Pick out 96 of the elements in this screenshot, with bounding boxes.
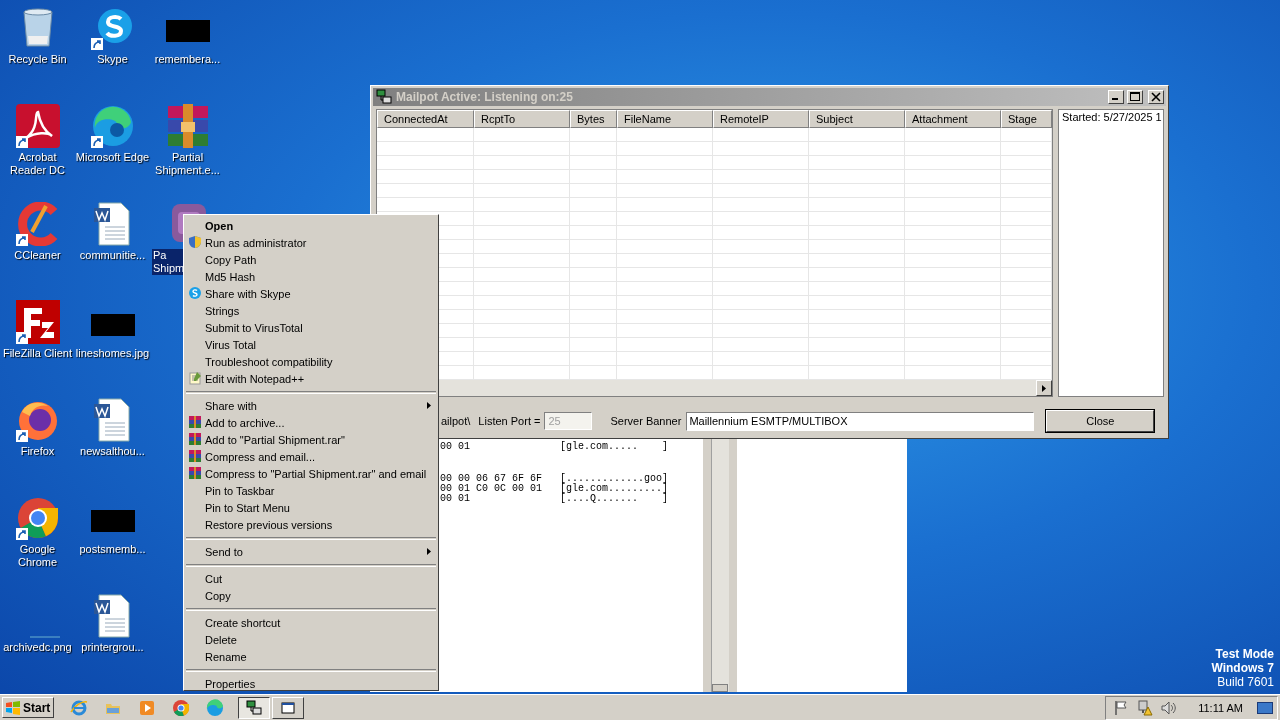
menu-item[interactable]: Pin to Start Menu xyxy=(185,499,437,516)
menu-item[interactable]: Compress and email... xyxy=(185,448,437,465)
menu-item[interactable]: Submit to VirusTotal xyxy=(185,319,437,336)
icon-label[interactable]: Skype xyxy=(75,53,150,66)
network-warning-icon[interactable] xyxy=(1136,698,1155,717)
icon-label[interactable]: communitie... xyxy=(75,249,150,262)
menu-item[interactable]: Pin to Taskbar xyxy=(185,482,437,499)
menu-item[interactable]: Add to archive... xyxy=(185,414,437,431)
menu-item[interactable]: Copy Path xyxy=(185,251,437,268)
close-button[interactable]: Close xyxy=(1046,410,1155,432)
menu-item[interactable]: Send to xyxy=(185,543,437,560)
icon-label[interactable]: lineshomes.jpg xyxy=(75,347,150,360)
skype-icon xyxy=(188,286,202,300)
server-banner-field[interactable]: Maillennium ESMTP/MULTIBOX xyxy=(686,411,1035,431)
menu-item[interactable]: Troubleshoot compatibility xyxy=(185,353,437,370)
menu-item[interactable]: Md5 Hash xyxy=(185,268,437,285)
windows-logo-icon xyxy=(5,700,21,715)
ascii-text: [gle.com.........] xyxy=(560,484,669,494)
icon-label[interactable]: newsalthou... xyxy=(75,445,150,458)
path-text: ailpot\ xyxy=(441,415,471,427)
icon-label[interactable]: remembera... xyxy=(150,53,225,66)
menu-item[interactable]: Create shortcut xyxy=(185,614,437,631)
os-watermark-text: Build 7601 xyxy=(1217,675,1274,689)
menu-item[interactable]: Virus Total xyxy=(185,336,437,353)
submenu-arrow-icon xyxy=(427,402,431,409)
column-header[interactable]: Bytes xyxy=(570,110,617,128)
icon-label[interactable]: FileZilla Client xyxy=(0,347,75,360)
ascii-text: [gle.com..... ] xyxy=(560,442,669,452)
column-header[interactable]: Stage xyxy=(1001,110,1052,128)
column-header[interactable]: ConnectedAt xyxy=(377,110,474,128)
submenu-arrow-icon xyxy=(427,548,431,555)
icon-label[interactable]: printergrou... xyxy=(75,641,150,654)
maximize-icon xyxy=(1128,91,1142,103)
listen-port-label: Listen Port = xyxy=(478,415,541,427)
menu-item[interactable]: Strings xyxy=(185,302,437,319)
hex-bytes: 00 00 06 67 6F 6F xyxy=(440,473,543,484)
log-line: Started: 5/27/2025 1 xyxy=(1062,111,1160,123)
column-header[interactable]: Subject xyxy=(809,110,905,128)
taskbar-button[interactable] xyxy=(238,696,270,719)
hex-bytes: 00 01 xyxy=(440,493,470,504)
shield-icon xyxy=(188,235,202,249)
hex-bytes: 00 01 C0 0C 00 01 xyxy=(440,483,543,494)
icon-label[interactable]: Acrobat Reader DC xyxy=(0,151,75,177)
close-icon xyxy=(1149,91,1163,103)
filezilla-icon xyxy=(15,300,60,344)
menu-item[interactable]: Copy xyxy=(185,587,437,604)
server-banner-label: Server Banner xyxy=(610,415,682,427)
menu-item[interactable]: Edit with Notepad++ xyxy=(185,370,437,387)
ascii-text: [.............goo] xyxy=(560,474,669,484)
menu-item[interactable]: Restore previous versions xyxy=(185,516,437,533)
menu-item[interactable]: Delete xyxy=(185,631,437,648)
chrome-icon xyxy=(15,496,60,540)
menu-item[interactable]: Properties xyxy=(185,675,437,692)
acrobat-icon xyxy=(15,104,60,148)
start-button[interactable]: Start xyxy=(2,697,54,718)
os-watermark-text: Test Mode xyxy=(1215,647,1274,661)
menu-item[interactable]: Open xyxy=(185,217,437,234)
show-desktop-icon[interactable] xyxy=(1257,701,1273,714)
column-header[interactable]: RemoteIP xyxy=(713,110,809,128)
menu-item[interactable]: Share with Skype xyxy=(185,285,437,302)
icon-label[interactable]: Pa Shipm xyxy=(152,249,184,275)
menu-item[interactable]: Run as administrator xyxy=(185,234,437,251)
menu-item[interactable]: Add to "Partial Shipment.rar" xyxy=(185,431,437,448)
edge-icon xyxy=(90,104,135,148)
ccleaner-icon xyxy=(15,202,60,246)
notepad-icon xyxy=(188,371,202,385)
column-header[interactable]: FileName xyxy=(617,110,713,128)
ascii-text: [....Q....... ] xyxy=(560,494,669,504)
icon-label[interactable]: archivedc.png xyxy=(0,641,75,654)
os-watermark-text: Windows 7 xyxy=(1211,661,1274,675)
menu-item[interactable]: Share with xyxy=(185,397,437,414)
icon-label[interactable]: CCleaner xyxy=(0,249,75,262)
menu-item[interactable]: Cut xyxy=(185,570,437,587)
window-title: Mailpot Active: Listening on:25 xyxy=(396,90,574,104)
icon-label[interactable]: postsmemb... xyxy=(75,543,150,556)
icon-label[interactable]: Partial Shipment.e... xyxy=(150,151,225,177)
icon-label[interactable]: Microsoft Edge xyxy=(75,151,150,164)
menu-item[interactable]: Rename xyxy=(185,648,437,665)
minimize-icon xyxy=(1112,98,1118,100)
icon-label[interactable]: Firefox xyxy=(0,445,75,458)
archive-books-icon xyxy=(188,466,202,480)
hex-bytes: 00 01 xyxy=(440,441,470,452)
clock[interactable]: 11:11 AM xyxy=(1198,701,1243,714)
icon-label[interactable]: Recycle Bin xyxy=(0,53,75,66)
column-header[interactable]: Attachment xyxy=(905,110,1001,128)
icon-label[interactable]: Google Chrome xyxy=(0,543,75,569)
chrome-icon[interactable] xyxy=(172,698,190,717)
scroll-right-arrow-icon[interactable] xyxy=(1042,384,1046,392)
column-header[interactable]: RcptTo xyxy=(474,110,570,128)
archive-books-icon xyxy=(188,449,202,463)
archive-books-icon xyxy=(188,415,202,429)
network-app-icon[interactable] xyxy=(245,698,263,717)
scrollbar[interactable] xyxy=(710,439,729,692)
archive-books-icon xyxy=(165,104,210,148)
menu-item[interactable]: Compress to "Partial Shipment.rar" and email xyxy=(185,465,437,482)
archive-books-icon xyxy=(188,432,202,446)
